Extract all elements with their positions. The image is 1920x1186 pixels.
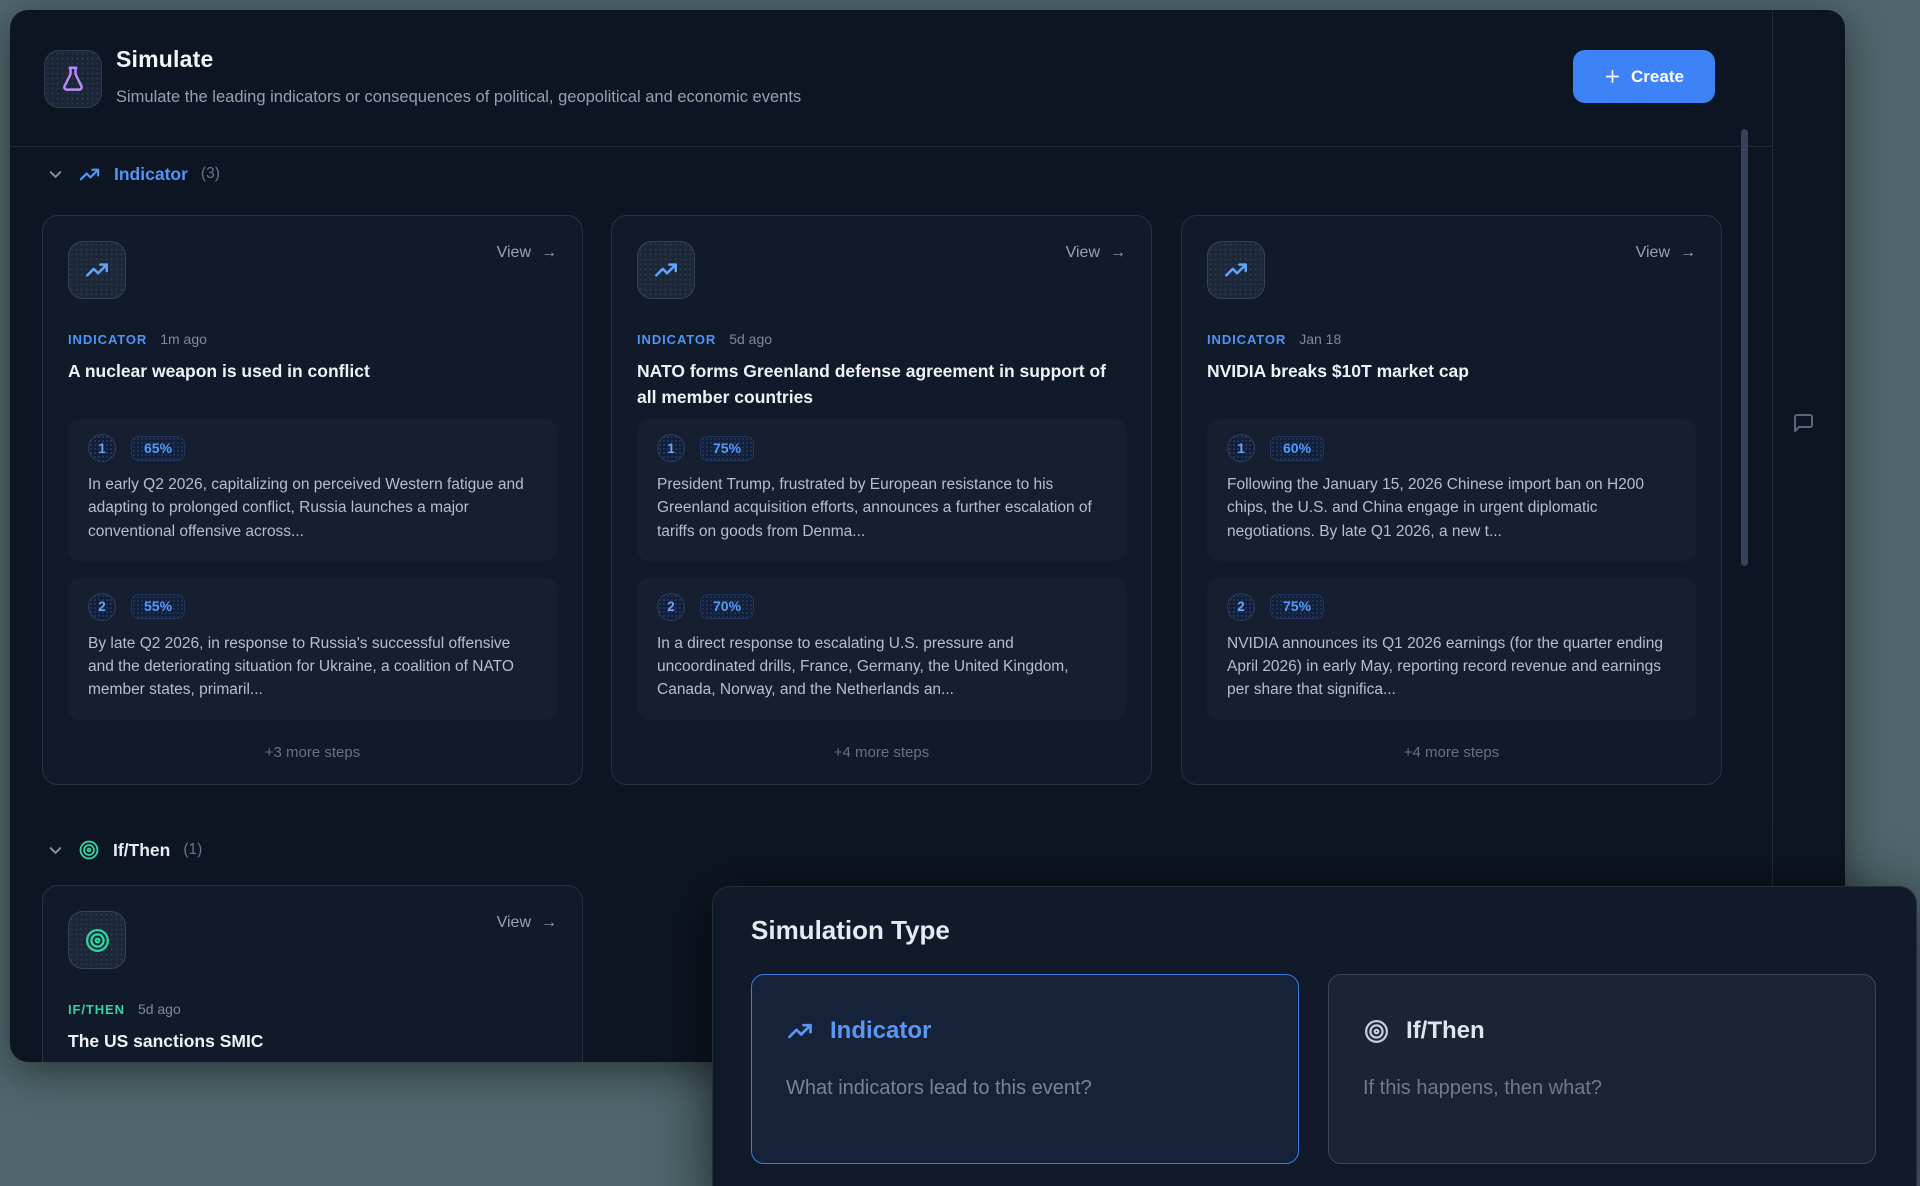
target-icon: [1363, 1018, 1390, 1045]
trending-up-icon: [1207, 241, 1265, 299]
step-probability-badge: 70%: [700, 594, 754, 619]
view-link[interactable]: View →: [1066, 244, 1126, 262]
step-number-badge: 1: [657, 434, 685, 462]
modal-title: Simulation Type: [751, 915, 950, 946]
option-label: If/Then: [1406, 1017, 1485, 1045]
card-type-label: INDICATOR: [1207, 332, 1286, 347]
indicator-card[interactable]: View → INDICATOR 5d ago NATO forms Green…: [611, 215, 1152, 785]
step-number-badge: 2: [1227, 593, 1255, 621]
view-label: View: [497, 914, 531, 932]
chevron-down-icon: [46, 841, 65, 860]
ifthen-card[interactable]: View → IF/THEN 5d ago The US sanctions S…: [42, 885, 583, 1062]
card-title: NATO forms Greenland defense agreement i…: [637, 358, 1126, 411]
section-count: (1): [183, 841, 202, 859]
option-label: Indicator: [830, 1017, 931, 1045]
step-number-badge: 2: [657, 593, 685, 621]
section-header-ifthen[interactable]: If/Then (1): [10, 836, 202, 864]
section-header-indicator[interactable]: Indicator (3): [10, 160, 220, 188]
card-timestamp: 5d ago: [138, 1001, 181, 1017]
step-text: In early Q2 2026, capitalizing on percei…: [88, 473, 537, 543]
view-label: View: [1636, 244, 1670, 262]
arrow-right-icon: →: [541, 914, 557, 932]
step-number-badge: 2: [88, 593, 116, 621]
card-title: A nuclear weapon is used in conflict: [68, 358, 557, 384]
step-probability-badge: 60%: [1270, 436, 1324, 461]
card-title: NVIDIA breaks $10T market cap: [1207, 358, 1696, 384]
view-link[interactable]: View →: [497, 244, 557, 262]
card-type-label: INDICATOR: [637, 332, 716, 347]
step-text: President Trump, frustrated by European …: [657, 473, 1106, 543]
view-label: View: [497, 244, 531, 262]
card-timestamp: Jan 18: [1299, 331, 1341, 347]
simulation-option-ifthen[interactable]: If/Then If this happens, then what?: [1328, 974, 1876, 1164]
card-timestamp: 5d ago: [729, 331, 772, 347]
trending-up-icon: [637, 241, 695, 299]
indicator-card[interactable]: View → INDICATOR 1m ago A nuclear weapon…: [42, 215, 583, 785]
scrollbar-thumb[interactable]: [1741, 129, 1748, 566]
step-item: 1 60% Following the January 15, 2026 Chi…: [1207, 419, 1696, 561]
create-button[interactable]: Create: [1573, 50, 1715, 103]
step-item: 1 65% In early Q2 2026, capitalizing on …: [68, 419, 557, 561]
section-count: (3): [201, 165, 220, 183]
trending-up-icon: [78, 163, 101, 186]
flask-icon: [44, 50, 102, 108]
view-link[interactable]: View →: [497, 914, 557, 932]
target-icon: [78, 839, 100, 861]
simulation-type-modal: Simulation Type Indicator What indicator…: [712, 886, 1917, 1186]
chat-bubble-icon[interactable]: [1790, 408, 1824, 438]
option-description: If this happens, then what?: [1363, 1077, 1602, 1100]
indicator-card[interactable]: View → INDICATOR Jan 18 NVIDIA breaks $1…: [1181, 215, 1722, 785]
step-text: NVIDIA announces its Q1 2026 earnings (f…: [1227, 632, 1676, 702]
step-text: By late Q2 2026, in response to Russia's…: [88, 632, 537, 702]
step-text: In a direct response to escalating U.S. …: [657, 632, 1106, 702]
trending-up-icon: [68, 241, 126, 299]
header-divider: [10, 146, 1772, 147]
card-timestamp: 1m ago: [160, 331, 207, 347]
step-text: Following the January 15, 2026 Chinese i…: [1227, 473, 1676, 543]
card-type-label: INDICATOR: [68, 332, 147, 347]
simulation-option-indicator[interactable]: Indicator What indicators lead to this e…: [751, 974, 1299, 1164]
step-number-badge: 1: [88, 434, 116, 462]
step-item: 1 75% President Trump, frustrated by Eur…: [637, 419, 1126, 561]
step-number-badge: 1: [1227, 434, 1255, 462]
step-item: 2 70% In a direct response to escalating…: [637, 578, 1126, 720]
step-item: 2 55% By late Q2 2026, in response to Ru…: [68, 578, 557, 720]
arrow-right-icon: →: [1110, 244, 1126, 262]
step-item: 2 75% NVIDIA announces its Q1 2026 earni…: [1207, 578, 1696, 720]
arrow-right-icon: →: [541, 244, 557, 262]
section-label: If/Then: [113, 840, 170, 861]
section-label: Indicator: [114, 164, 188, 185]
step-probability-badge: 55%: [131, 594, 185, 619]
chevron-down-icon: [46, 165, 65, 184]
page-subtitle: Simulate the leading indicators or conse…: [116, 88, 801, 107]
create-button-label: Create: [1631, 67, 1684, 87]
trending-up-icon: [786, 1017, 814, 1045]
target-icon: [68, 911, 126, 969]
view-label: View: [1066, 244, 1100, 262]
view-link[interactable]: View →: [1636, 244, 1696, 262]
card-type-label: IF/THEN: [68, 1002, 125, 1017]
more-steps-label: +3 more steps: [43, 744, 582, 761]
more-steps-label: +4 more steps: [1182, 744, 1721, 761]
card-title: The US sanctions SMIC: [68, 1028, 557, 1054]
plus-icon: [1604, 68, 1621, 85]
step-probability-badge: 65%: [131, 436, 185, 461]
option-description: What indicators lead to this event?: [786, 1077, 1092, 1100]
step-probability-badge: 75%: [700, 436, 754, 461]
more-steps-label: +4 more steps: [612, 744, 1151, 761]
page-title: Simulate: [116, 46, 213, 73]
arrow-right-icon: →: [1680, 244, 1696, 262]
step-probability-badge: 75%: [1270, 594, 1324, 619]
